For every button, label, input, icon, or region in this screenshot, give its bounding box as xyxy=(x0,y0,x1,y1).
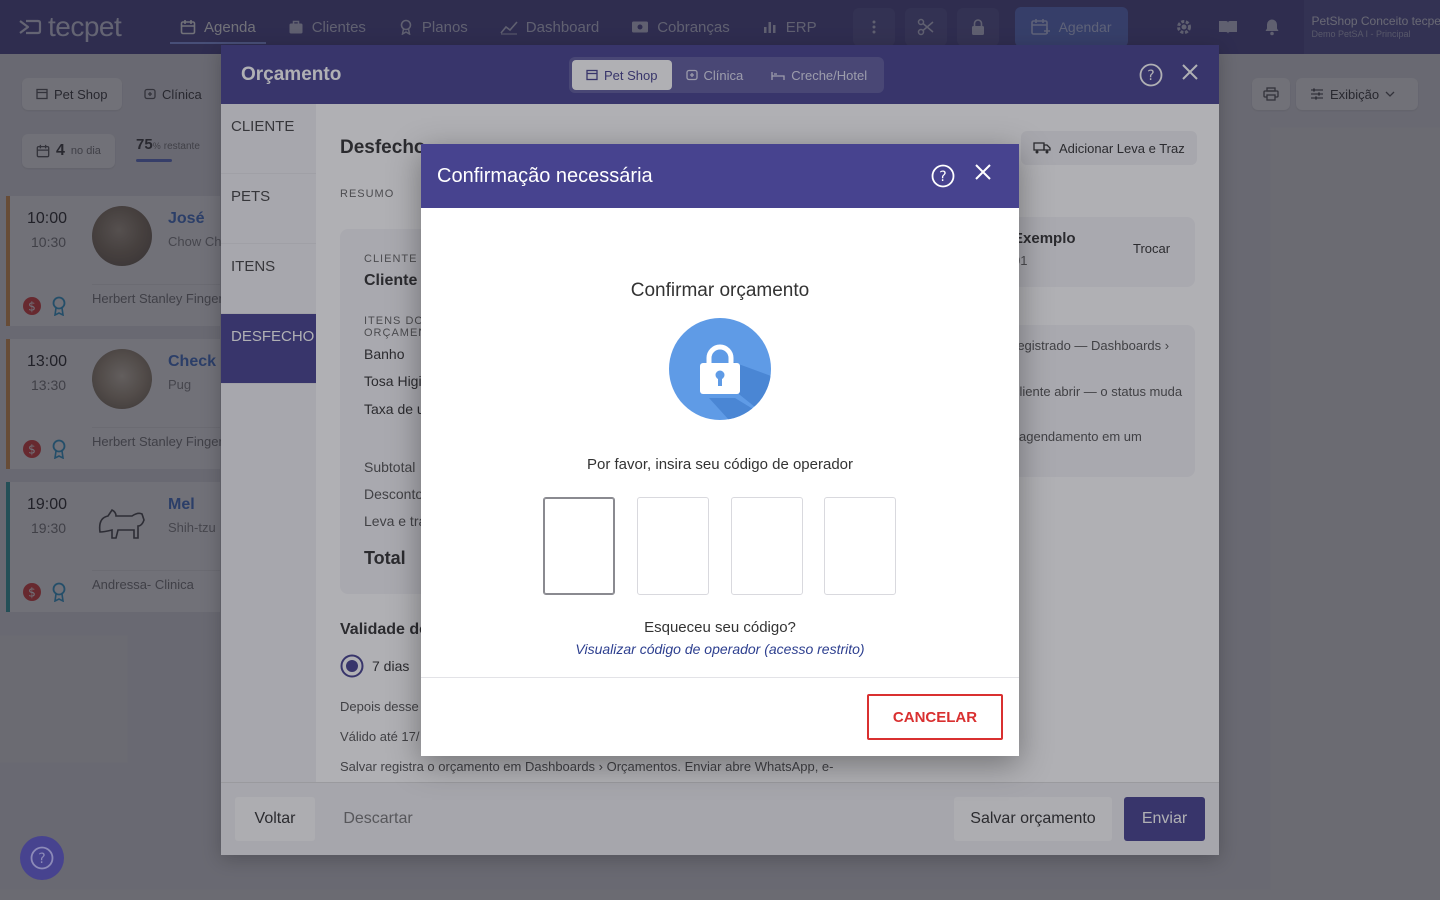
code-digit-1[interactable] xyxy=(543,497,615,595)
view-operator-code-link[interactable]: Visualizar código de operador (acesso re… xyxy=(421,641,1019,657)
cancel-button[interactable]: CANCELAR xyxy=(867,694,1003,740)
code-digit-4[interactable] xyxy=(824,497,896,595)
forgot-code-text: Esqueceu seu código? xyxy=(644,619,796,636)
code-digit-3[interactable] xyxy=(731,497,803,595)
modal-divider xyxy=(421,677,1019,678)
close-icon xyxy=(975,164,991,180)
padlock-icon xyxy=(700,344,771,420)
help-circle-icon: ? xyxy=(30,846,54,870)
svg-text:?: ? xyxy=(939,169,946,185)
svg-text:?: ? xyxy=(38,851,45,867)
modal-heading: Confirmar orçamento xyxy=(630,280,810,301)
modal-close-button[interactable] xyxy=(974,163,992,181)
operator-code-prompt: Por favor, insira seu código de operador xyxy=(587,456,853,473)
confirmation-modal: Confirmação necessária ? Confirmar orçam… xyxy=(421,144,1019,756)
modal-header: Confirmação necessária ? xyxy=(421,144,1019,208)
help-fab-button[interactable]: ? xyxy=(20,836,64,880)
modal-help-button[interactable]: ? xyxy=(931,164,955,188)
lock-illustration xyxy=(669,318,771,420)
help-circle-icon: ? xyxy=(931,164,955,188)
modal-title: Confirmação necessária xyxy=(437,164,653,187)
code-digit-2[interactable] xyxy=(637,497,709,595)
